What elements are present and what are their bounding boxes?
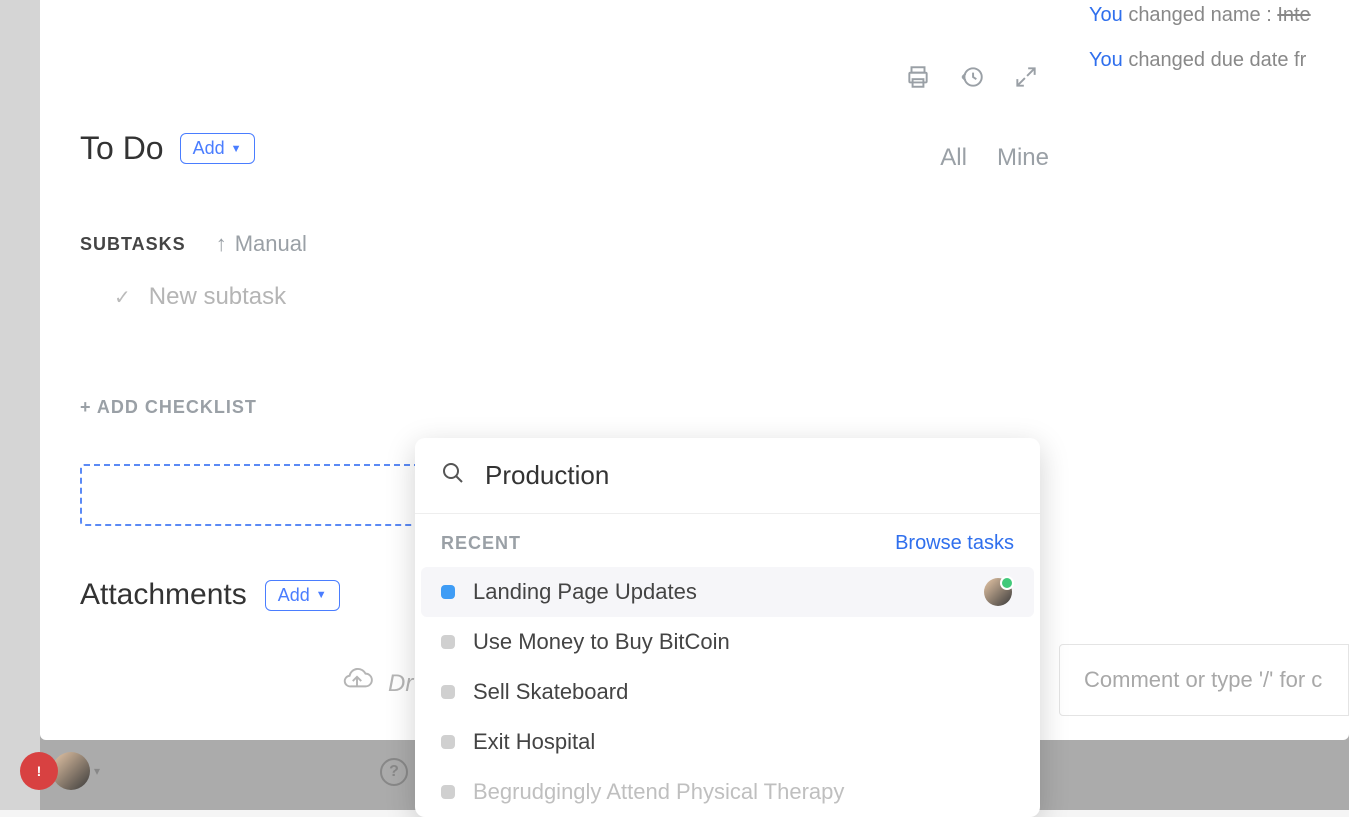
status-square-icon <box>441 635 455 649</box>
subtasks-sort[interactable]: ↑ Manual <box>216 231 307 257</box>
arrow-up-icon: ↑ <box>216 231 227 257</box>
activity-actor: You <box>1089 49 1123 71</box>
status-square-icon <box>441 785 455 799</box>
search-result-item[interactable]: Landing Page Updates <box>421 567 1034 617</box>
activity-old-value: Inte <box>1277 4 1310 26</box>
attachments-heading: Attachments <box>80 578 247 612</box>
assignee-avatar <box>984 578 1012 606</box>
comment-input[interactable]: Comment or type '/' for c <box>1059 644 1349 716</box>
add-label: Add <box>193 138 225 159</box>
status-square-icon <box>441 585 455 599</box>
add-subtask-button[interactable]: Add ▼ <box>180 133 255 164</box>
task-search-popover: RECENT Browse tasks Landing Page Updates… <box>415 438 1040 817</box>
cloud-upload-icon <box>340 666 374 701</box>
chevron-down-icon: ▼ <box>316 589 327 601</box>
search-result-label: Exit Hospital <box>473 729 595 755</box>
add-label: Add <box>278 585 310 606</box>
new-subtask-input[interactable]: ✓ New subtask <box>80 283 1039 311</box>
status-square-icon <box>441 685 455 699</box>
help-icon[interactable]: ? <box>380 758 408 786</box>
relationship-dropzone[interactable] <box>80 464 420 526</box>
expand-icon[interactable] <box>1013 64 1039 90</box>
activity-text: changed due date fr <box>1128 49 1306 71</box>
user-presence[interactable]: ! ▾ <box>20 752 100 790</box>
search-icon <box>441 461 465 490</box>
activity-entry: You changed name : Inte <box>1089 4 1349 27</box>
browse-tasks-link[interactable]: Browse tasks <box>895 532 1014 555</box>
subtasks-heading: SUBTASKS <box>80 234 186 255</box>
check-icon: ✓ <box>114 285 131 310</box>
add-attachment-button[interactable]: Add ▼ <box>265 580 340 611</box>
history-icon[interactable] <box>959 64 985 90</box>
search-result-item[interactable]: Use Money to Buy BitCoin <box>415 617 1040 667</box>
activity-entry: You changed due date fr <box>1089 49 1349 72</box>
section-title: To Do <box>80 130 164 167</box>
add-checklist-button[interactable]: + ADD CHECKLIST <box>80 397 1039 418</box>
activity-log: You changed name : Inte You changed due … <box>1089 0 1349 94</box>
attachment-dropzone[interactable]: Dr <box>340 666 413 701</box>
comment-placeholder: Comment or type '/' for c <box>1084 667 1322 693</box>
search-input[interactable] <box>485 460 1014 491</box>
alert-badge: ! <box>20 752 58 790</box>
activity-text: changed name : <box>1128 4 1271 26</box>
dropzone-text: Dr <box>388 670 413 698</box>
sort-label: Manual <box>235 231 307 257</box>
print-icon[interactable] <box>905 64 931 90</box>
chevron-down-icon: ▼ <box>231 143 242 155</box>
search-result-label: Begrudgingly Attend Physical Therapy <box>473 779 844 805</box>
search-result-label: Landing Page Updates <box>473 579 697 605</box>
search-result-label: Sell Skateboard <box>473 679 628 705</box>
search-result-label: Use Money to Buy BitCoin <box>473 629 730 655</box>
status-square-icon <box>441 735 455 749</box>
recent-heading: RECENT <box>441 533 521 554</box>
search-result-item[interactable]: Exit Hospital <box>415 717 1040 767</box>
chevron-down-icon: ▾ <box>94 764 100 778</box>
activity-actor: You <box>1089 4 1123 26</box>
search-result-item[interactable]: Sell Skateboard <box>415 667 1040 717</box>
new-subtask-placeholder: New subtask <box>149 283 286 311</box>
left-app-strip <box>0 0 40 810</box>
